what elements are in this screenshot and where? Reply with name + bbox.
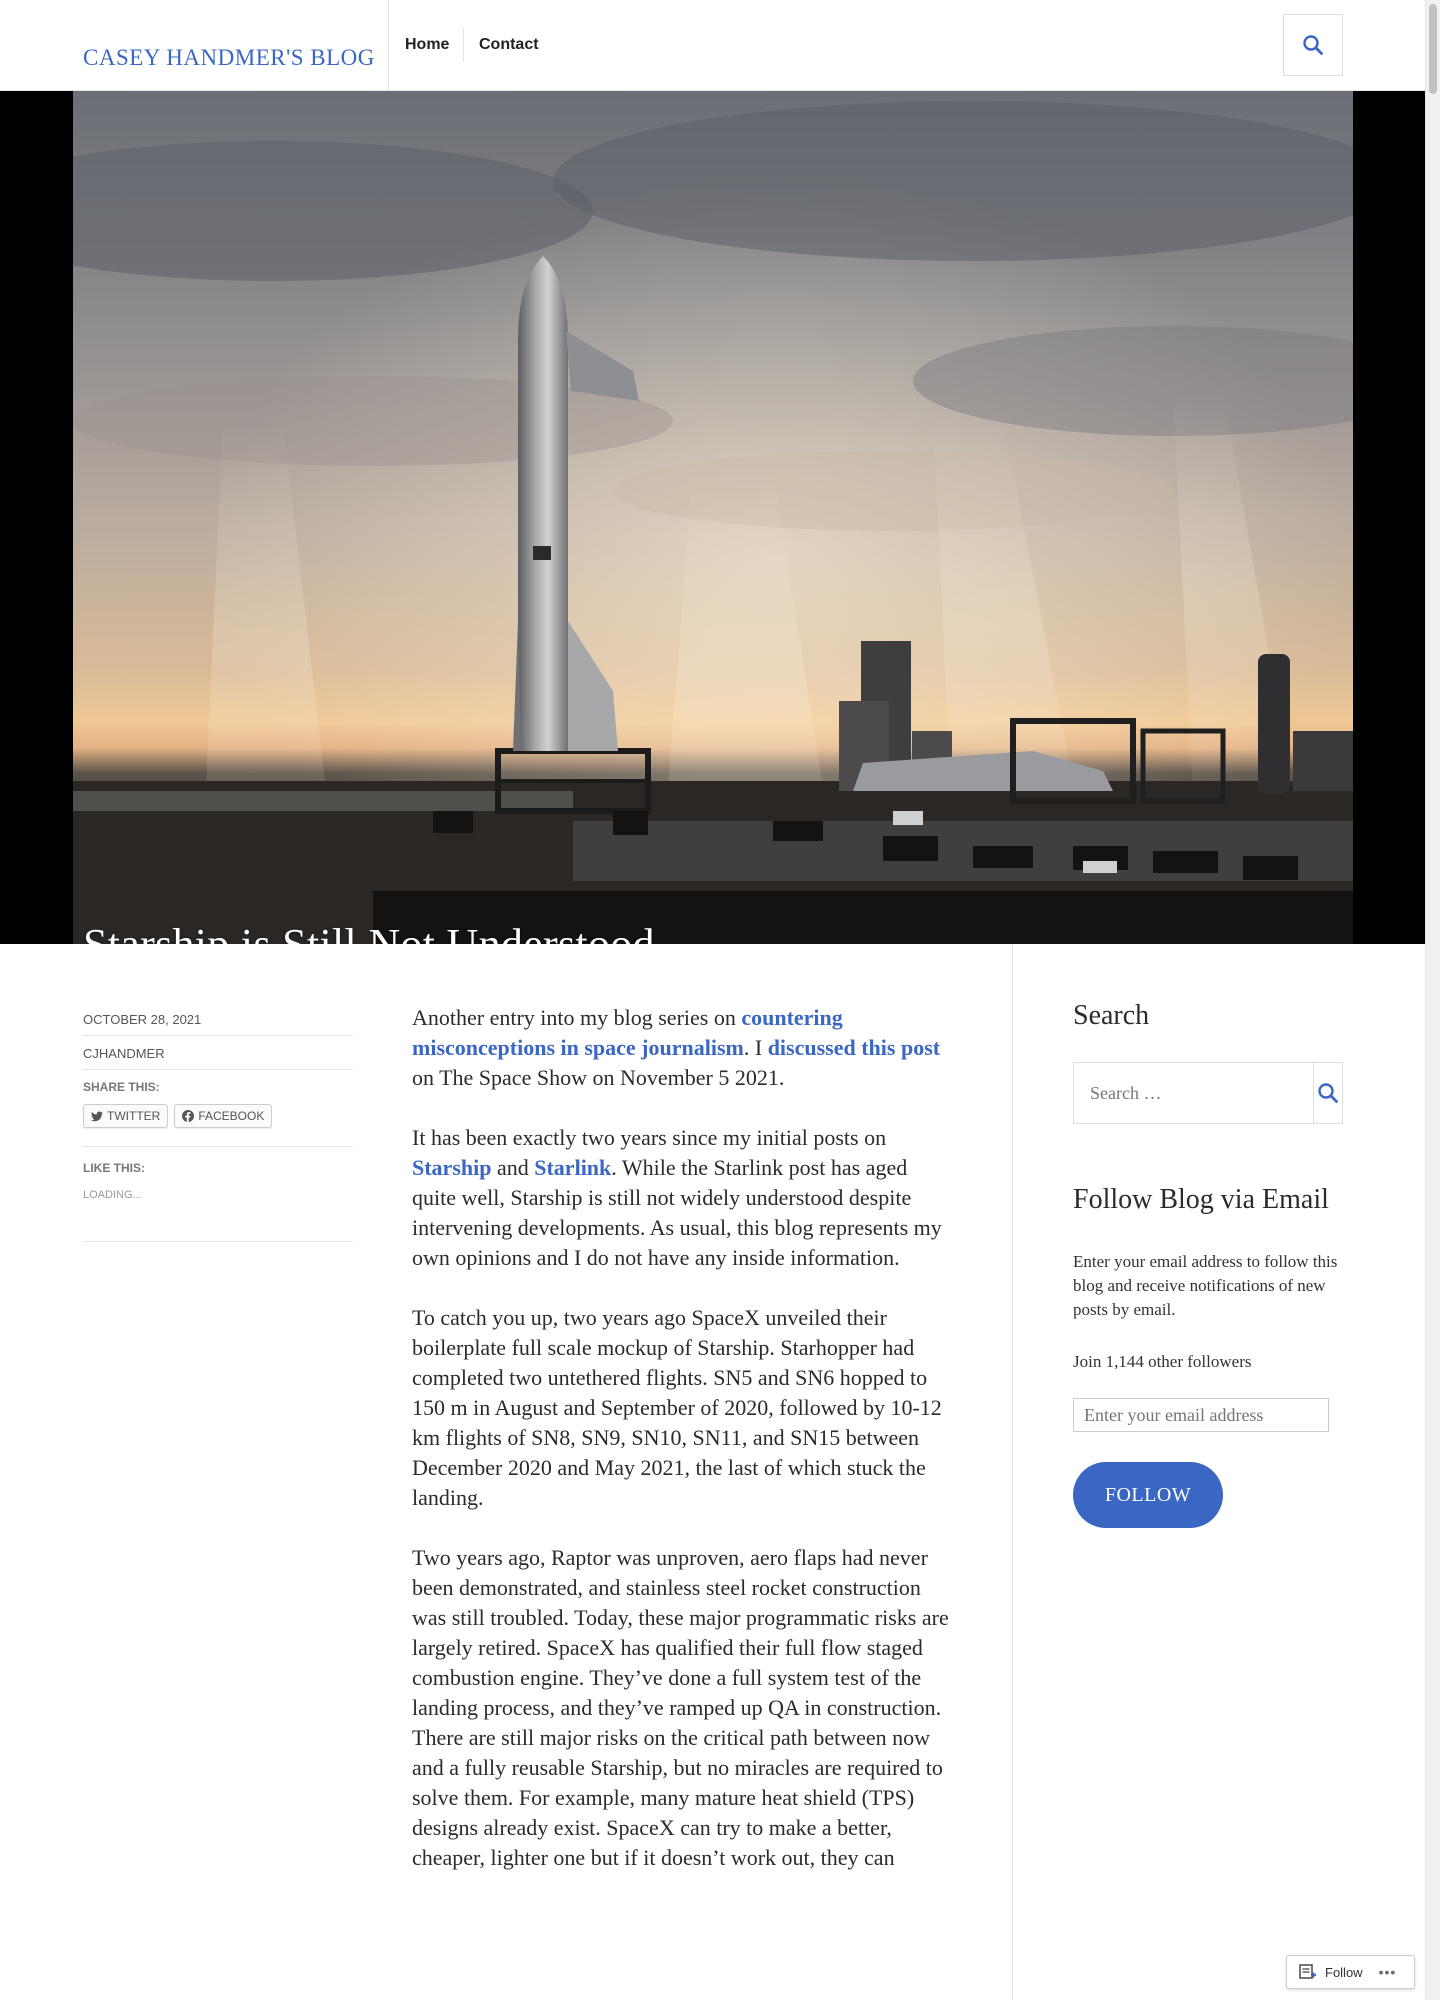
scrollbar-thumb[interactable] [1429, 4, 1437, 94]
share-twitter-button[interactable]: TWITTER [83, 1104, 169, 1128]
link-discussed-this-post[interactable]: discussed this post [768, 1035, 940, 1060]
header-divider [388, 0, 389, 91]
paragraph: It has been exactly two years since my i… [412, 1123, 952, 1273]
followers-count: Join 1,144 other followers [1073, 1352, 1252, 1371]
text: Another entry into my blog series on [412, 1005, 742, 1030]
post-title: Starship is Still Not Understood [83, 919, 655, 944]
search-icon [1303, 35, 1323, 55]
like-label: LIKE THIS: [83, 1161, 145, 1175]
text: It has been exactly two years since my i… [412, 1125, 887, 1150]
site-header: CASEY HANDMER'S BLOG Home Contact [0, 0, 1425, 91]
text: . I [743, 1035, 768, 1060]
search-widget-title: Search [1073, 1000, 1150, 1031]
hero-banner: Starship is Still Not Understood [0, 91, 1425, 944]
post-date: OCTOBER 28, 2021 [83, 1012, 353, 1036]
nav-home-link[interactable]: Home [405, 36, 449, 54]
follow-button[interactable]: FOLLOW [1073, 1462, 1223, 1528]
page-scrollbar[interactable] [1425, 0, 1440, 2000]
like-loading: LOADING... [83, 1189, 353, 1242]
search-icon [1318, 1083, 1338, 1103]
share-facebook-button[interactable]: FACEBOOK [174, 1104, 273, 1128]
nav-contact-link[interactable]: Contact [479, 36, 539, 54]
post-date-link[interactable]: OCTOBER 28, 2021 [83, 1012, 201, 1027]
search-toggle-button[interactable] [1283, 14, 1343, 76]
hero-image [73, 91, 1353, 944]
post-author-link[interactable]: CJHANDMER [83, 1046, 165, 1061]
search-input[interactable] [1074, 1063, 1313, 1123]
share-label: SHARE THIS: [83, 1080, 160, 1094]
floating-follow-bar[interactable]: Follow ••• [1286, 1955, 1415, 1989]
text: and [491, 1155, 535, 1180]
sidebar: Search Follow Blog via Email Enter your … [1073, 1000, 1343, 1528]
share-twitter-label: TWITTER [107, 1109, 161, 1123]
text: on The Space Show on November 5 2021. [412, 1065, 785, 1090]
post-author: CJHANDMER [83, 1046, 353, 1070]
post-meta: OCTOBER 28, 2021 CJHANDMER SHARE THIS: T… [83, 1012, 353, 1242]
follow-widget-title: Follow Blog via Email [1073, 1184, 1329, 1215]
nav-divider [463, 28, 464, 62]
floating-follow-label: Follow [1325, 1964, 1363, 1980]
link-starlink[interactable]: Starlink [534, 1155, 611, 1180]
search-form [1073, 1062, 1343, 1124]
sidebar-divider [1012, 944, 1013, 2000]
link-starship[interactable]: Starship [412, 1155, 491, 1180]
site-title-link[interactable]: CASEY HANDMER'S BLOG [83, 45, 375, 71]
more-options-icon[interactable]: ••• [1379, 1964, 1397, 1980]
paragraph: To catch you up, two years ago SpaceX un… [412, 1305, 942, 1510]
reader-icon [1299, 1964, 1316, 1979]
twitter-icon [91, 1110, 103, 1121]
email-field[interactable] [1073, 1398, 1329, 1432]
paragraph: Two years ago, Raptor was unproven, aero… [412, 1545, 949, 1870]
facebook-icon [182, 1110, 195, 1122]
follow-description: Enter your email address to follow this … [1073, 1252, 1338, 1319]
search-submit-button[interactable] [1313, 1063, 1342, 1123]
post-content: Another entry into my blog series on cou… [412, 1003, 952, 1903]
share-facebook-label: FACEBOOK [198, 1109, 265, 1123]
paragraph: Another entry into my blog series on cou… [412, 1003, 952, 1093]
share-buttons: TWITTER FACEBOOK [83, 1104, 353, 1147]
